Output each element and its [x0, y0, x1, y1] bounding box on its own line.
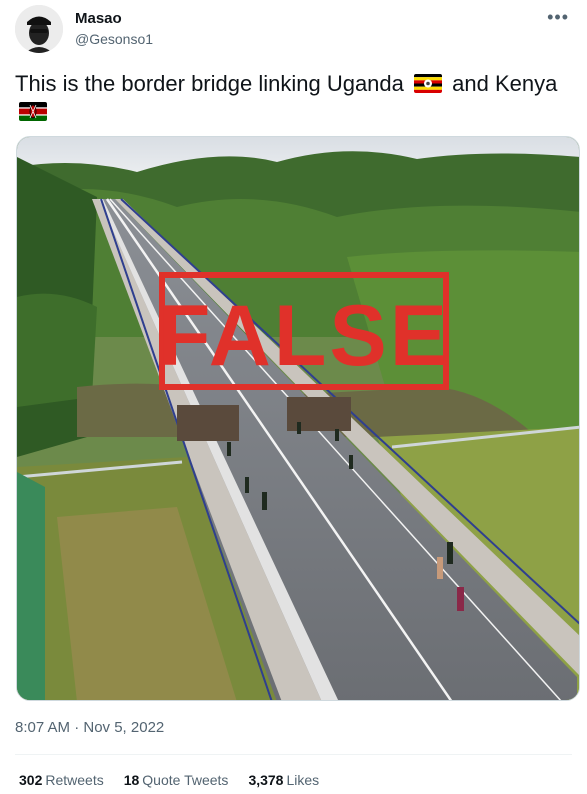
quotes-count: 18 [123, 772, 140, 788]
likes-label: Likes [286, 772, 320, 788]
author-name[interactable]: Masao [75, 10, 122, 27]
retweets-label: Retweets [45, 772, 104, 788]
avatar[interactable] [15, 5, 63, 53]
uganda-flag-icon [414, 74, 443, 93]
tweet-text-part1: This is the border bridge linking Uganda [15, 71, 404, 96]
tweet-header: Masao @Gesonso1 ••• [0, 0, 587, 60]
tweet-text: This is the border bridge linking Uganda… [15, 70, 575, 126]
svg-text:FALSE: FALSE [158, 288, 450, 384]
likes-count: 3,378 [248, 772, 284, 788]
retweets-stat[interactable]: 302 Retweets [19, 772, 104, 788]
tweet-stats: 302 Retweets 18 Quote Tweets 3,378 Likes [19, 772, 319, 788]
kenya-flag-icon [19, 102, 47, 121]
tweet-timestamp[interactable]: 8:07 AM · Nov 5, 2022 [15, 719, 164, 736]
divider [15, 754, 572, 755]
tweet-image[interactable]: FALSE [16, 136, 580, 701]
bridge-photo: FALSE [17, 137, 579, 700]
more-horizontal-icon[interactable]: ••• [547, 8, 569, 26]
false-stamp: FALSE [158, 272, 450, 390]
author-handle[interactable]: @Gesonso1 [75, 31, 153, 47]
retweets-count: 302 [19, 772, 43, 788]
tweet-text-part2: and Kenya [452, 71, 558, 96]
quote-tweets-stat[interactable]: 18 Quote Tweets [124, 772, 229, 788]
likes-stat[interactable]: 3,378 Likes [248, 772, 319, 788]
quotes-label: Quote Tweets [142, 772, 229, 788]
